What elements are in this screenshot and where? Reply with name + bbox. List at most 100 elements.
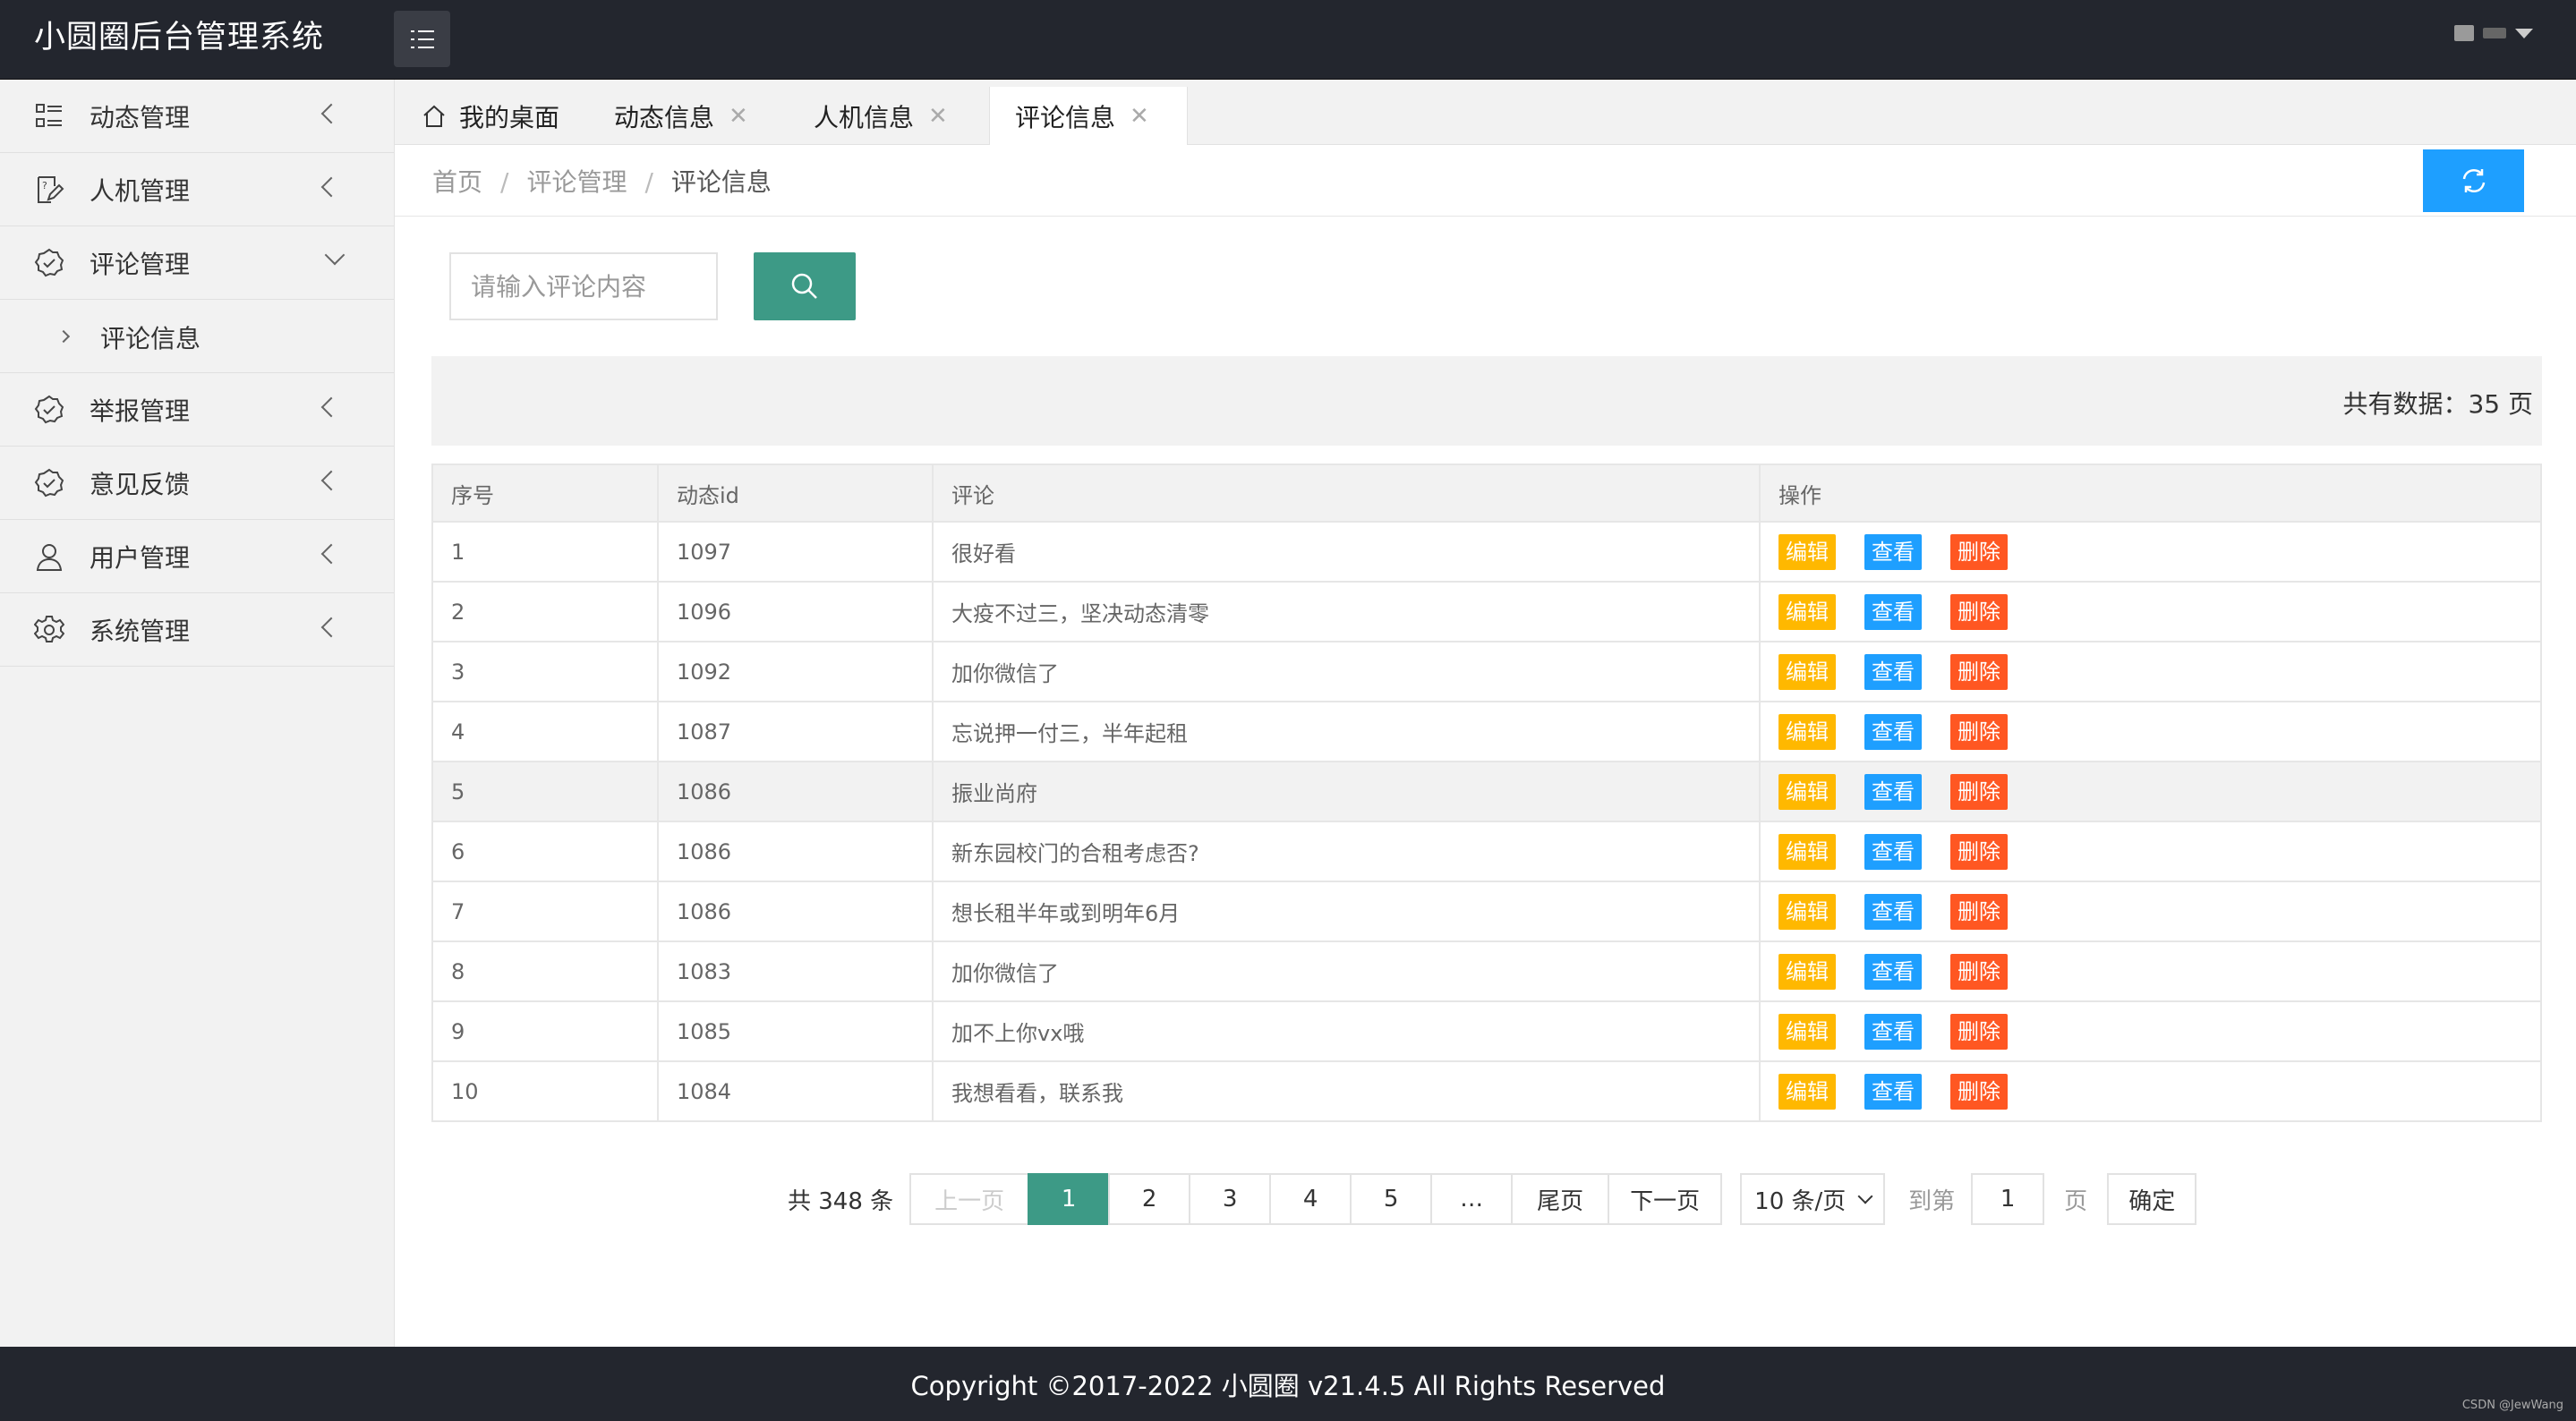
breadcrumb-current: 评论信息 (670, 167, 772, 197)
view-button[interactable]: 查看 (1864, 1073, 1922, 1110)
last-page-button[interactable]: 尾页 (1511, 1173, 1610, 1225)
close-icon[interactable]: ✕ (928, 103, 948, 130)
view-button[interactable]: 查看 (1864, 533, 1922, 570)
cell-actions: 编辑 查看 删除 (1759, 940, 2542, 1002)
delete-button[interactable]: 删除 (1950, 953, 2008, 990)
page-button-2[interactable]: 2 (1108, 1173, 1191, 1225)
chevron-left-icon (320, 470, 342, 491)
cell-no: 5 (431, 761, 659, 822)
sidebar-item-reports[interactable]: 举报管理 (0, 373, 394, 447)
gear-icon (34, 616, 64, 642)
table-row: 1 1097 很好看 编辑 查看 删除 (431, 521, 2542, 583)
edit-button[interactable]: 编辑 (1778, 1013, 1836, 1050)
prev-page-button[interactable]: 上一页 (909, 1173, 1030, 1225)
breadcrumb-home[interactable]: 首页 (432, 167, 482, 197)
sidebar-item-label: 评论管理 (90, 249, 191, 279)
copyright-text: Copyright ©2017-2022 小圆圈 v21.4.5 All Rig… (910, 1370, 1666, 1401)
view-button[interactable]: 查看 (1864, 1013, 1922, 1050)
page-button-4[interactable]: 4 (1269, 1173, 1352, 1225)
view-button[interactable]: 查看 (1864, 893, 1922, 930)
view-button[interactable]: 查看 (1864, 833, 1922, 870)
edit-button[interactable]: 编辑 (1778, 653, 1836, 690)
cell-comment: 加不上你vx哦 (932, 1000, 1761, 1062)
delete-button[interactable]: 删除 (1950, 533, 2008, 570)
table-row: 2 1096 大疫不过三，坚决动态清零 编辑 查看 删除 (431, 581, 2542, 642)
sidebar-item-bots[interactable]: ? 人机管理 (0, 153, 394, 226)
edit-button[interactable]: 编辑 (1778, 533, 1836, 570)
goto-page-input[interactable] (1971, 1173, 2045, 1225)
sidebar-item-feedback[interactable]: 意见反馈 (0, 447, 394, 520)
delete-button[interactable]: 删除 (1950, 653, 2008, 690)
total-count: 共 348 条 (788, 1187, 894, 1215)
cell-actions: 编辑 查看 删除 (1759, 701, 2542, 762)
search-input[interactable] (449, 252, 718, 320)
comments-table: 序号 动态id 评论 操作 1 1097 很好看 编辑 查看 删除 2 1096 大疫不过三，坚… (431, 464, 2542, 1122)
cell-post-id: 1086 (657, 821, 934, 882)
delete-button[interactable]: 删除 (1950, 593, 2008, 630)
delete-button[interactable]: 删除 (1950, 773, 2008, 810)
view-button[interactable]: 查看 (1864, 653, 1922, 690)
next-page-button[interactable]: 下一页 (1608, 1173, 1723, 1225)
sidebar-item-comments[interactable]: 评论管理 (0, 226, 394, 300)
page-size-select[interactable]: 10 条/页 (1740, 1173, 1886, 1225)
delete-button[interactable]: 删除 (1950, 833, 2008, 870)
user-menu[interactable] (2454, 25, 2533, 41)
search-button[interactable] (754, 252, 856, 320)
delete-button[interactable]: 删除 (1950, 1013, 2008, 1050)
refresh-button[interactable] (2423, 149, 2524, 212)
goto-unit: 页 (2064, 1187, 2088, 1215)
caret-down-icon (2515, 28, 2533, 38)
close-icon[interactable]: ✕ (729, 103, 748, 130)
sidebar-item-system[interactable]: 系统管理 (0, 593, 394, 667)
tab-bots[interactable]: 人机信息 ✕ (814, 87, 948, 145)
username-placeholder (2483, 28, 2506, 38)
table-header-row: 序号 动态id 评论 操作 (431, 464, 2542, 523)
cell-post-id: 1085 (657, 1000, 934, 1062)
delete-button[interactable]: 删除 (1950, 1073, 2008, 1110)
tab-desktop[interactable]: 我的桌面 (422, 87, 559, 145)
cell-post-id: 1097 (657, 521, 934, 583)
tab-label: 我的桌面 (459, 102, 560, 132)
top-header: 小圆圈后台管理系统 (0, 0, 2576, 80)
cell-no: 3 (431, 641, 659, 702)
sidebar-subitem-comment-info[interactable]: 评论信息 (0, 300, 394, 373)
edit-button[interactable]: 编辑 (1778, 713, 1836, 750)
cell-actions: 编辑 查看 删除 (1759, 1060, 2542, 1122)
menu-list-icon (410, 30, 434, 48)
sidebar-item-label: 用户管理 (90, 542, 191, 573)
sidebar-subitem-label: 评论信息 (100, 324, 201, 353)
tab-dynamics[interactable]: 动态信息 ✕ (614, 87, 748, 145)
cell-comment: 我想看看，联系我 (932, 1060, 1761, 1122)
sidebar-item-dynamics[interactable]: 动态管理 (0, 80, 394, 153)
page-ellipsis: … (1430, 1173, 1514, 1225)
chevron-left-icon (320, 396, 342, 418)
edit-button[interactable]: 编辑 (1778, 833, 1836, 870)
cell-post-id: 1086 (657, 761, 934, 822)
edit-button[interactable]: 编辑 (1778, 953, 1836, 990)
view-button[interactable]: 查看 (1864, 593, 1922, 630)
tab-comments[interactable]: 评论信息 ✕ (989, 87, 1188, 145)
page-button-1[interactable]: 1 (1028, 1173, 1111, 1225)
breadcrumb: 首页 / 评论管理 / 评论信息 (432, 163, 772, 199)
page-button-5[interactable]: 5 (1350, 1173, 1433, 1225)
cell-post-id: 1092 (657, 641, 934, 702)
page-button-3[interactable]: 3 (1189, 1173, 1272, 1225)
cell-no: 7 (431, 881, 659, 942)
view-button[interactable]: 查看 (1864, 773, 1922, 810)
delete-button[interactable]: 删除 (1950, 893, 2008, 930)
edit-button[interactable]: 编辑 (1778, 773, 1836, 810)
chevron-down-icon (324, 244, 345, 266)
cell-comment: 新东园校门的合租考虑否? (932, 821, 1761, 882)
edit-button[interactable]: 编辑 (1778, 1073, 1836, 1110)
view-button[interactable]: 查看 (1864, 713, 1922, 750)
view-button[interactable]: 查看 (1864, 953, 1922, 990)
sidebar-item-users[interactable]: 用户管理 (0, 520, 394, 593)
menu-toggle-button[interactable] (394, 11, 450, 67)
edit-button[interactable]: 编辑 (1778, 893, 1836, 930)
edit-button[interactable]: 编辑 (1778, 593, 1836, 630)
breadcrumb-section[interactable]: 评论管理 (526, 167, 627, 197)
chevron-left-icon (320, 103, 342, 124)
goto-confirm-button[interactable]: 确定 (2107, 1173, 2197, 1225)
delete-button[interactable]: 删除 (1950, 713, 2008, 750)
close-icon[interactable]: ✕ (1130, 103, 1149, 130)
